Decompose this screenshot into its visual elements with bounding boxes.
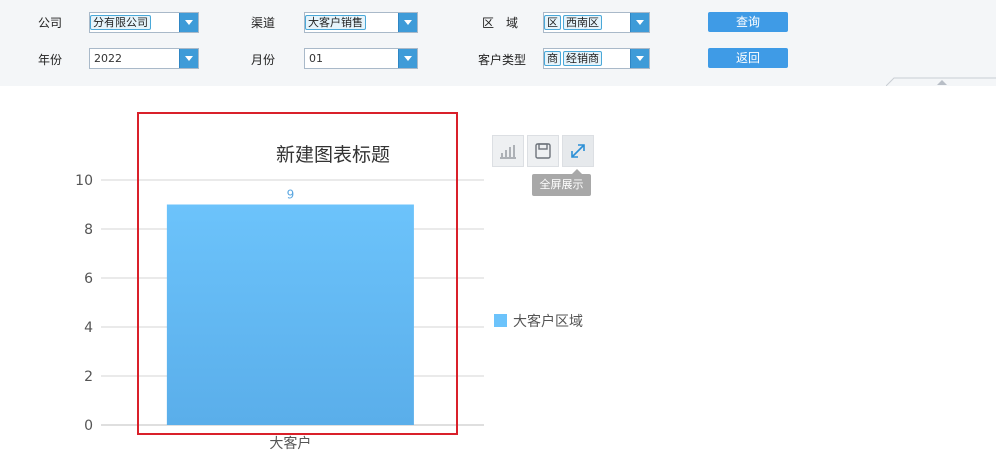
y-tick-label: 4 <box>84 320 93 336</box>
legend-label: 大客户区域 <box>513 313 583 330</box>
legend-swatch <box>494 314 507 327</box>
expand-icon <box>571 144 585 158</box>
y-tick-label: 10 <box>75 173 93 189</box>
chart-type-button[interactable] <box>492 135 524 167</box>
x-tick-label: 大客户 <box>269 435 311 452</box>
fullscreen-tooltip: 全屏展示 <box>532 169 591 196</box>
data-label: 9 <box>287 188 295 202</box>
save-icon <box>535 143 551 159</box>
y-tick-label: 2 <box>84 369 93 385</box>
save-button[interactable] <box>527 135 559 167</box>
y-tick-label: 8 <box>84 222 93 238</box>
legend[interactable]: 大客户区域 <box>494 313 583 330</box>
y-tick-label: 6 <box>84 271 93 287</box>
bar-chart: 0 2 4 6 8 10 9 大客户 新建图表标题 大客户区域 <box>75 144 583 452</box>
chart-title: 新建图表标题 <box>276 144 390 166</box>
bar-chart-icon <box>500 145 516 159</box>
y-tick-label: 0 <box>84 418 93 434</box>
bar[interactable] <box>166 204 414 426</box>
fullscreen-button[interactable] <box>562 135 594 167</box>
